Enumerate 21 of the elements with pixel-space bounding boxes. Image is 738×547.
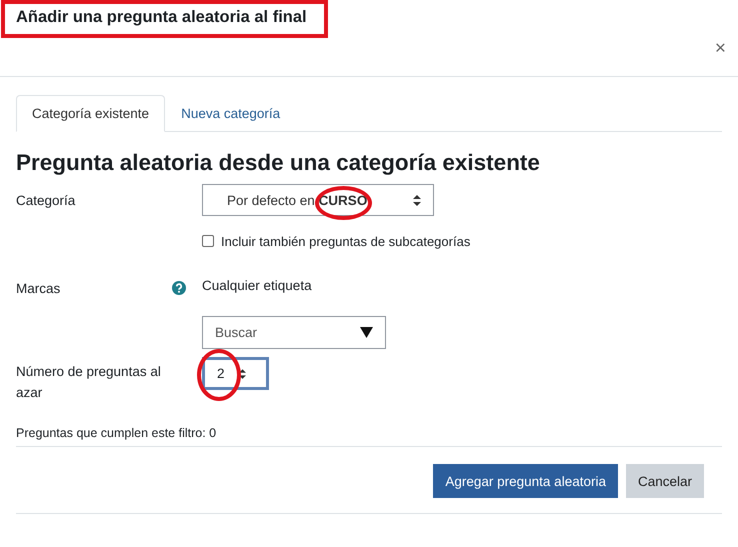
field-label: Marcas bbox=[16, 280, 62, 296]
submit-button[interactable]: Agregar pregunta aleatoria bbox=[433, 464, 618, 498]
field-label: Categoría bbox=[16, 192, 76, 208]
dropdown-arrow-icon bbox=[360, 326, 373, 338]
sort-arrows-icon bbox=[238, 368, 246, 378]
filter-summary: Preguntas que cumplen este filtro: 0 bbox=[16, 426, 722, 447]
tab[interactable]: Nueva categoría bbox=[165, 95, 296, 132]
close-button[interactable]: × bbox=[712, 38, 728, 60]
field-label: Número de preguntas al azar bbox=[16, 363, 162, 402]
section-heading: Pregunta aleatoria desde una categoría existente bbox=[16, 150, 541, 176]
tab[interactable]: Categoría existente bbox=[16, 95, 166, 132]
category-select[interactable]: Por defecto en CURSO bbox=[202, 184, 434, 216]
cancel-button[interactable]: Cancelar bbox=[626, 464, 704, 498]
search-dropdown[interactable]: Buscar bbox=[202, 316, 386, 348]
checkbox-label: Incluir también preguntas de subcategorías bbox=[221, 234, 470, 248]
sort-arrows-icon bbox=[413, 194, 421, 206]
help-icon[interactable] bbox=[172, 281, 186, 295]
checkbox[interactable] bbox=[202, 235, 214, 247]
tags-value: Cualquier etiqueta bbox=[202, 278, 312, 292]
dialog-title: Añadir una pregunta aleatoria al final bbox=[16, 8, 307, 27]
number-select[interactable]: 2 bbox=[202, 357, 269, 390]
